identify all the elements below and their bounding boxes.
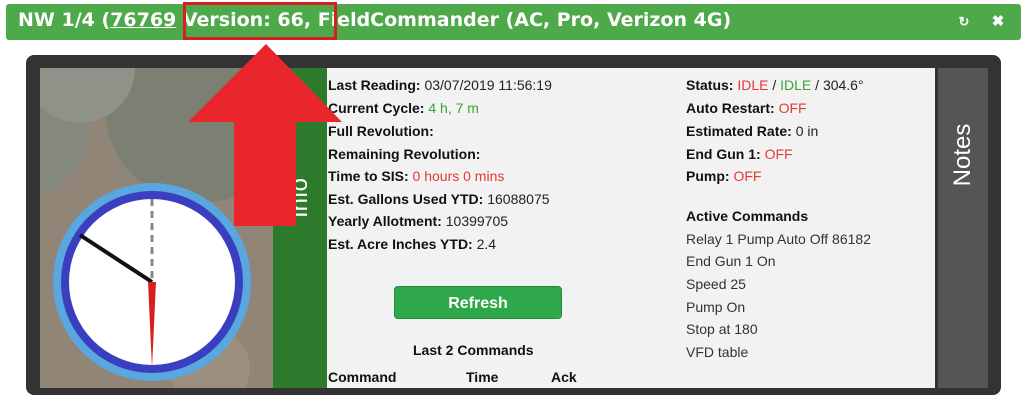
refresh-button[interactable]: Refresh bbox=[394, 286, 562, 319]
status-value-2: IDLE bbox=[780, 77, 812, 93]
active-command-item: VFD table bbox=[686, 344, 749, 360]
pump-value: OFF bbox=[733, 168, 762, 184]
info-strip[interactable]: Info bbox=[273, 68, 327, 388]
info-strip-label: Info bbox=[286, 177, 313, 219]
current-cycle-label: Current Cycle: bbox=[328, 100, 425, 116]
status-value-1: IDLE bbox=[737, 77, 769, 93]
end-gun-label: End Gun 1: bbox=[686, 146, 761, 162]
acre-inches-value: 2.4 bbox=[476, 236, 497, 252]
close-icon[interactable]: ✖ bbox=[988, 12, 1008, 32]
device-id-link[interactable]: 76769 bbox=[110, 9, 176, 31]
end-gun-value: OFF bbox=[764, 146, 793, 162]
satellite-map[interactable] bbox=[40, 68, 273, 388]
active-command-item: Speed 25 bbox=[686, 276, 746, 292]
active-command-item: End Gun 1 On bbox=[686, 253, 776, 269]
last-reading-value: 03/07/2019 11:56:19 bbox=[424, 77, 552, 93]
active-command-item: Relay 1 Pump Auto Off 86182 bbox=[686, 231, 871, 247]
window-title: NW 1/4 (76769 Version: 66, FieldCommande… bbox=[18, 9, 731, 31]
time-to-sis-value: 0 hours 0 mins bbox=[412, 168, 505, 184]
acre-inches-label: Est. Acre Inches YTD: bbox=[328, 236, 473, 252]
notes-tab[interactable] bbox=[938, 68, 988, 388]
active-command-item: Pump On bbox=[686, 299, 746, 315]
status-angle: 304.6° bbox=[822, 77, 864, 93]
status-label: Status: bbox=[686, 77, 734, 93]
remaining-revolution-label: Remaining Revolution: bbox=[328, 146, 481, 162]
estimated-rate-value: 0 in bbox=[795, 123, 819, 139]
version-highlight-box bbox=[183, 2, 337, 40]
status-row: Status: IDLE / IDLE / 304.6° bbox=[686, 77, 864, 93]
title-rest: FieldCommander (AC, Pro, Verizon 4G) bbox=[311, 9, 732, 31]
time-to-sis-label: Time to SIS: bbox=[328, 168, 409, 184]
full-revolution-row: Full Revolution: bbox=[328, 123, 434, 139]
current-cycle-value: 4 h, 7 m bbox=[428, 100, 479, 116]
gallons-used-label: Est. Gallons Used YTD: bbox=[328, 191, 484, 207]
pump-row: Pump: OFF bbox=[686, 168, 761, 184]
end-gun-row: End Gun 1: OFF bbox=[686, 146, 793, 162]
active-commands-title: Active Commands bbox=[686, 208, 808, 224]
status-separator-2: / bbox=[811, 77, 823, 93]
auto-restart-value: OFF bbox=[778, 100, 807, 116]
auto-restart-row: Auto Restart: OFF bbox=[686, 100, 807, 116]
status-separator-1: / bbox=[768, 77, 781, 93]
notes-tab-label-wrap[interactable]: Notes bbox=[938, 120, 988, 190]
current-cycle-row: Current Cycle: 4 h, 7 m bbox=[328, 100, 479, 116]
estimated-rate-label: Estimated Rate: bbox=[686, 123, 792, 139]
gallons-used-value: 16088075 bbox=[487, 191, 550, 207]
full-revolution-label: Full Revolution: bbox=[328, 123, 434, 139]
yearly-allotment-label: Yearly Allotment: bbox=[328, 213, 442, 229]
last-reading-label: Last Reading: bbox=[328, 77, 421, 93]
yearly-allotment-row: Yearly Allotment: 10399705 bbox=[328, 213, 508, 229]
active-commands-heading: Active Commands bbox=[686, 208, 809, 224]
pump-label: Pump: bbox=[686, 168, 730, 184]
last-commands-title: Last 2 Commands bbox=[413, 342, 534, 358]
refresh-icon[interactable]: ↻ bbox=[954, 12, 974, 32]
title-prefix: NW 1/4 ( bbox=[18, 9, 111, 31]
map-graphic bbox=[40, 68, 273, 388]
estimated-rate-row: Estimated Rate: 0 in bbox=[686, 123, 818, 139]
acre-inches-row: Est. Acre Inches YTD: 2.4 bbox=[328, 236, 496, 252]
remaining-revolution-row: Remaining Revolution: bbox=[328, 146, 480, 162]
last-reading-row: Last Reading: 03/07/2019 11:56:19 bbox=[328, 77, 552, 93]
active-command-item: Stop at 180 bbox=[686, 321, 758, 337]
window-title-bar: NW 1/4 (76769 Version: 66, FieldCommande… bbox=[6, 4, 1021, 40]
time-to-sis-row: Time to SIS: 0 hours 0 mins bbox=[328, 168, 504, 184]
yearly-allotment-value: 10399705 bbox=[445, 213, 509, 229]
gallons-used-row: Est. Gallons Used YTD: 16088075 bbox=[328, 191, 550, 207]
auto-restart-label: Auto Restart: bbox=[686, 100, 775, 116]
notes-tab-label: Notes bbox=[949, 123, 976, 187]
last-commands-heading: Last 2 Commands bbox=[413, 342, 534, 358]
